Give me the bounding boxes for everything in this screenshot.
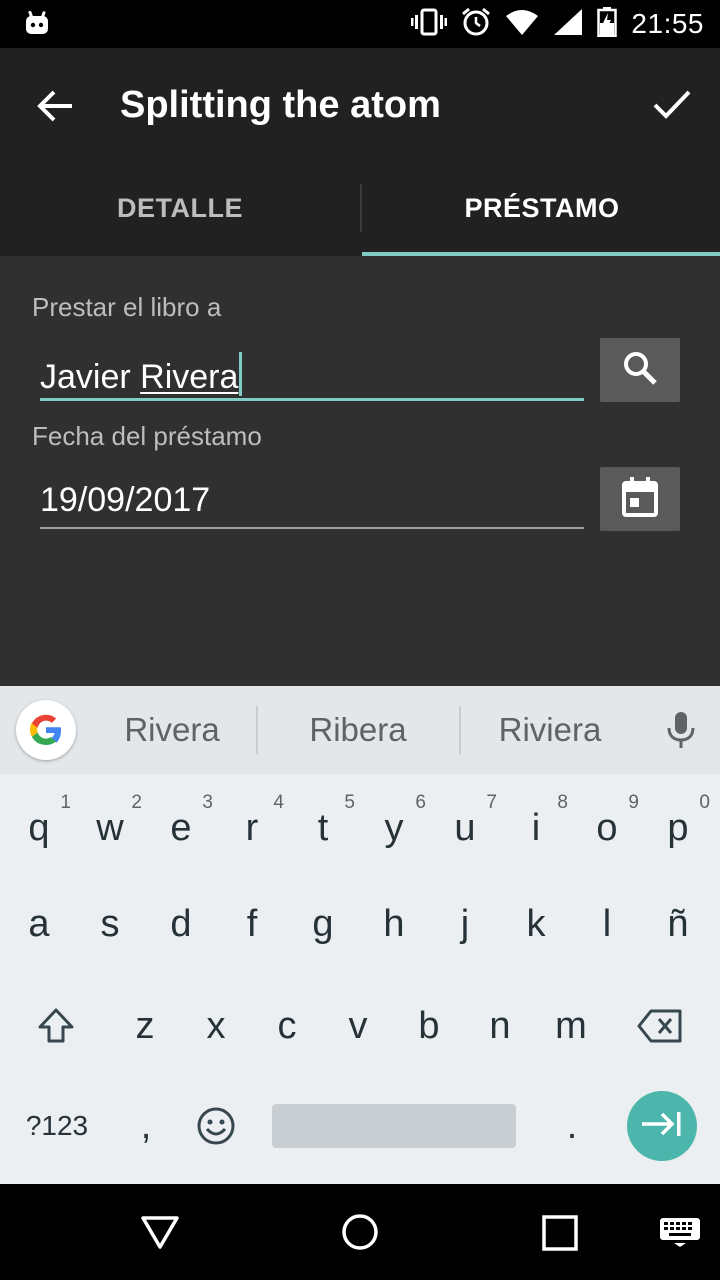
key-p[interactable]: p0 <box>642 774 714 874</box>
search-contact-button[interactable] <box>600 338 680 402</box>
key-w[interactable]: w2 <box>74 774 146 874</box>
wifi-icon <box>505 8 539 41</box>
key-h[interactable]: h <box>358 874 430 974</box>
lend-to-first-word: Javier <box>40 358 131 396</box>
check-icon[interactable] <box>652 84 692 124</box>
suggestion-strip: Rivera Ribera Riviera <box>0 686 720 774</box>
key-x[interactable]: x <box>180 976 252 1076</box>
key-t[interactable]: t5 <box>287 774 359 874</box>
key-r[interactable]: r4 <box>216 774 288 874</box>
alarm-icon <box>461 7 491 42</box>
comma-key[interactable]: , <box>110 1076 182 1176</box>
key-q[interactable]: q1 <box>3 774 75 874</box>
key-v[interactable]: v <box>322 976 394 1076</box>
key-y[interactable]: y6 <box>358 774 430 874</box>
lend-to-underline <box>40 398 584 401</box>
nav-home-icon[interactable] <box>340 1212 380 1257</box>
suggestion-3[interactable]: Riviera <box>461 686 639 774</box>
symbols-key[interactable]: ?123 <box>10 1076 104 1176</box>
loan-date-underline <box>40 527 584 529</box>
lend-to-label: Prestar el libro a <box>32 292 222 322</box>
lend-to-input[interactable]: Javier Rivera <box>40 352 243 397</box>
google-g-icon[interactable] <box>16 700 76 760</box>
key-z[interactable]: z <box>109 976 181 1076</box>
keyboard-switch-icon[interactable] <box>658 1216 702 1253</box>
tab-detalle[interactable]: DETALLE <box>0 160 360 256</box>
key-c[interactable]: c <box>251 976 323 1076</box>
key-d[interactable]: d <box>145 874 217 974</box>
navigation-bar <box>0 1184 720 1280</box>
soft-keyboard: Rivera Ribera Riviera q1 w2 e3 r4 t5 y6 … <box>0 686 720 1184</box>
android-notification-icon <box>24 10 50 41</box>
key-e[interactable]: e3 <box>145 774 217 874</box>
page-title: Splitting the atom <box>120 84 441 126</box>
key-f[interactable]: f <box>216 874 288 974</box>
space-key[interactable] <box>272 1104 516 1148</box>
loan-date-label: Fecha del préstamo <box>32 421 262 451</box>
nav-back-icon[interactable] <box>140 1212 180 1257</box>
suggestion-2[interactable]: Ribera <box>258 686 458 774</box>
calendar-icon <box>621 476 659 523</box>
tab-bar: DETALLE PRÉSTAMO <box>0 160 720 256</box>
arrow-back-icon[interactable] <box>36 86 76 126</box>
tab-indicator <box>362 252 720 256</box>
key-g[interactable]: g <box>287 874 359 974</box>
shift-icon[interactable] <box>20 976 92 1076</box>
backspace-icon[interactable] <box>624 976 696 1076</box>
key-k[interactable]: k <box>500 874 572 974</box>
signal-icon <box>553 8 583 41</box>
key-n[interactable]: n <box>464 976 536 1076</box>
nav-recents-icon[interactable] <box>541 1214 579 1257</box>
key-s[interactable]: s <box>74 874 146 974</box>
period-key[interactable]: . <box>536 1076 608 1176</box>
app-toolbar: Splitting the atom <box>0 48 720 160</box>
key-enye[interactable]: ñ <box>642 874 714 974</box>
mic-icon[interactable] <box>662 710 700 755</box>
status-time: 21:55 <box>631 8 704 39</box>
emoji-icon[interactable] <box>180 1076 252 1176</box>
key-l[interactable]: l <box>571 874 643 974</box>
lend-to-composing-word: Rivera <box>140 358 239 396</box>
next-field-button[interactable] <box>627 1091 697 1161</box>
suggestion-1[interactable]: Rivera <box>88 686 256 774</box>
vibrate-icon <box>411 8 448 41</box>
key-a[interactable]: a <box>3 874 75 974</box>
loan-date-input[interactable]: 19/09/2017 <box>40 481 210 520</box>
status-bar: 21:55 <box>0 0 720 48</box>
key-m[interactable]: m <box>535 976 607 1076</box>
key-u[interactable]: u7 <box>429 774 501 874</box>
search-icon <box>620 348 660 393</box>
pick-date-button[interactable] <box>600 467 680 531</box>
text-cursor <box>239 352 243 396</box>
key-b[interactable]: b <box>393 976 465 1076</box>
key-j[interactable]: j <box>429 874 501 974</box>
battery-charging-icon <box>597 6 618 42</box>
key-i[interactable]: i8 <box>500 774 572 874</box>
tab-prestamo[interactable]: PRÉSTAMO <box>362 160 720 256</box>
key-o[interactable]: o9 <box>571 774 643 874</box>
tab-arrow-icon <box>640 1109 684 1144</box>
